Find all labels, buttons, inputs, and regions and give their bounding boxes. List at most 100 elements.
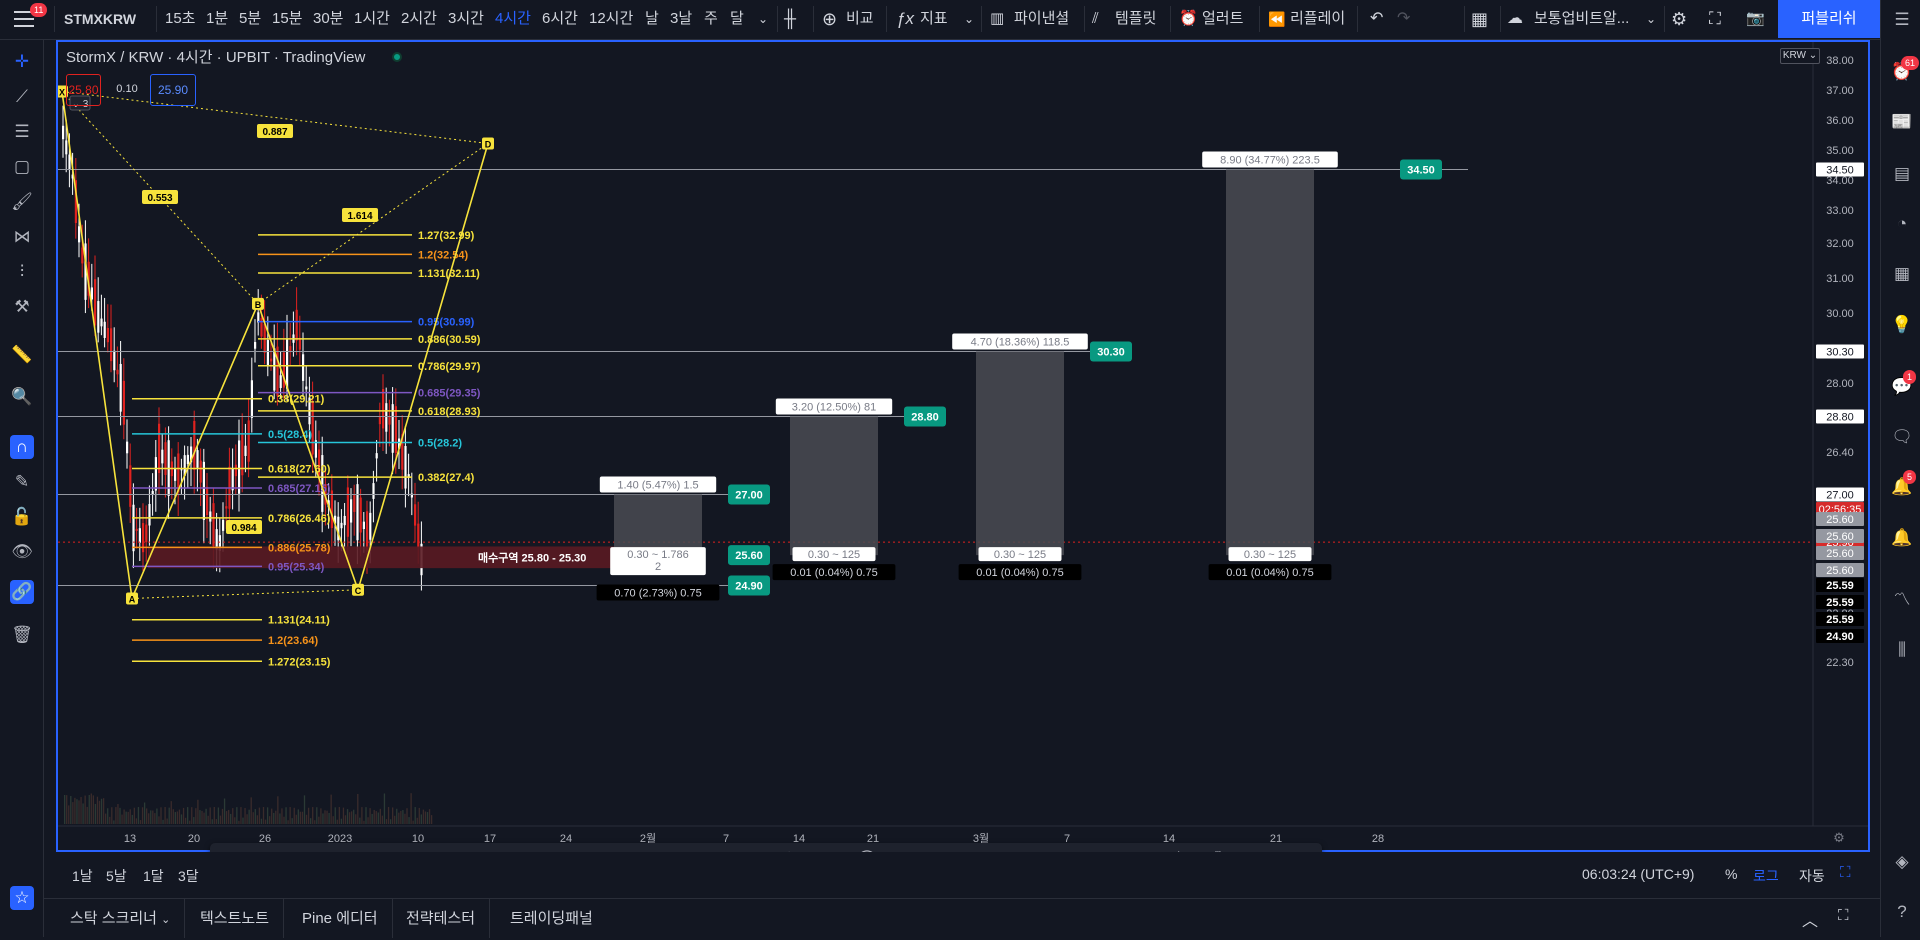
interval-2h[interactable]: 2시간	[401, 0, 437, 38]
lock-icon[interactable]: 🔓	[10, 505, 34, 529]
interval-30m[interactable]: 30분	[313, 0, 344, 38]
interval-3day[interactable]: 3날	[670, 0, 692, 38]
replay-button[interactable]: 리플레이	[1290, 0, 1345, 38]
ruler-icon[interactable]: 📏	[10, 343, 34, 367]
pencil-lock-icon[interactable]: ✎	[10, 470, 34, 494]
candle-style-icon[interactable]: ╫	[784, 0, 796, 38]
magnet-icon[interactable]: ∩	[10, 435, 34, 459]
brush-icon[interactable]: 🖌	[10, 190, 34, 214]
alarm-icon[interactable]: 🔔	[1890, 526, 1914, 550]
range-3month[interactable]: 3달	[178, 866, 199, 886]
fib-level-label: 0.886(25.78)	[268, 542, 331, 554]
bid-price[interactable]: 25.80	[66, 74, 101, 106]
hotlist-icon[interactable]: ◔	[1890, 212, 1914, 236]
fit-screen-icon[interactable]: ⛶	[1840, 864, 1851, 881]
calendar-icon[interactable]: ▦	[1890, 262, 1914, 286]
templates-icon[interactable]: ⫽	[1092, 0, 1099, 38]
volume-bar	[125, 811, 127, 824]
price-axis-badge-label: 30.30	[1826, 346, 1854, 358]
publish-button[interactable]: 퍼블리쉬	[1778, 0, 1880, 38]
volume-bar	[166, 818, 168, 824]
hammer-icon[interactable]: ⚒	[10, 295, 34, 319]
indicators-dropdown-icon[interactable]: ⌄	[964, 0, 974, 38]
volume-bar	[271, 808, 273, 824]
candle-body	[404, 445, 407, 489]
interval-month[interactable]: 달	[730, 0, 744, 38]
layers-icon[interactable]: ◈	[1890, 850, 1914, 874]
interval-15s[interactable]: 15초	[165, 0, 196, 38]
interval-3h[interactable]: 3시간	[448, 0, 484, 38]
indicators-icon[interactable]: ƒx	[896, 0, 914, 38]
indicators-button[interactable]: 지표	[920, 0, 948, 38]
buy-zone-box	[148, 546, 668, 569]
replay-icon[interactable]: ⏪	[1268, 0, 1285, 38]
interval-1m[interactable]: 1분	[206, 0, 228, 38]
range-1month[interactable]: 1달	[143, 866, 164, 886]
redo-icon[interactable]: ↷	[1397, 0, 1410, 38]
candle-body	[394, 406, 397, 453]
pattern-icon[interactable]: ⋈	[10, 225, 34, 249]
interval-6h[interactable]: 6시간	[542, 0, 578, 38]
interval-5m[interactable]: 5분	[239, 0, 261, 38]
prediction-icon[interactable]: ⫶	[10, 260, 34, 284]
rectangle-icon[interactable]: ▢	[10, 155, 34, 179]
tab-text-notes[interactable]: 텍스트노트	[186, 899, 285, 938]
data-window-icon[interactable]: ▤	[1890, 162, 1914, 186]
layout-name-button[interactable]: 보통업비트알...	[1534, 0, 1629, 38]
eye-icon[interactable]: 👁	[10, 540, 34, 564]
layout-grid-icon[interactable]: ▦	[1471, 0, 1488, 38]
financials-icon[interactable]: ▥	[990, 0, 1004, 38]
chart-canvas[interactable]: 38.00 37.00 36.00 35.00 34.00 33.00 32.00 31.00…	[58, 42, 1868, 850]
watchlist-icon[interactable]: ☰	[1890, 8, 1914, 32]
auto-toggle[interactable]: 자동	[1799, 866, 1825, 886]
ideas-bulb-icon[interactable]: 💡	[1890, 313, 1914, 337]
trend-line-icon[interactable]: ⟋	[10, 85, 34, 109]
price-axis-badge-label: 25.60	[1826, 548, 1854, 560]
messages-icon[interactable]: 🗨	[1890, 425, 1914, 449]
cloud-icon[interactable]: ☁	[1507, 0, 1523, 38]
settings-gear-icon[interactable]: ⚙	[1671, 0, 1687, 38]
interval-4h[interactable]: 4시간	[495, 0, 531, 38]
chart-pane[interactable]: 38.00 37.00 36.00 35.00 34.00 33.00 32.00 31.00…	[56, 40, 1870, 852]
alert-icon[interactable]: ⏰	[1179, 0, 1198, 38]
interval-1h[interactable]: 1시간	[354, 0, 390, 38]
trash-icon[interactable]: 🗑	[10, 623, 34, 647]
compare-icon[interactable]: ⊕	[822, 0, 837, 38]
symbol-search[interactable]: STMXKRW	[64, 0, 136, 38]
undo-icon[interactable]: ↶	[1370, 0, 1383, 38]
interval-week[interactable]: 주	[704, 0, 718, 38]
range-5day[interactable]: 5날	[106, 866, 127, 886]
horizontal-lines-icon[interactable]: ☰	[10, 120, 34, 144]
tab-stock-screener[interactable]: 스탁 스크리너 ⌄	[56, 899, 186, 938]
news-icon[interactable]: 📰	[1890, 110, 1914, 134]
alert-button[interactable]: 얼러트	[1202, 0, 1243, 38]
layout-dropdown-icon[interactable]: ⌄	[1646, 0, 1656, 38]
dom-icon[interactable]: ⫼	[1890, 638, 1914, 662]
currency-selector[interactable]: KRW ⌄	[1780, 48, 1820, 64]
compare-button[interactable]: 비교	[846, 0, 874, 38]
favorite-star-icon[interactable]: ☆	[10, 886, 34, 910]
fullscreen-icon[interactable]: ⛶	[1709, 0, 1721, 38]
help-icon[interactable]: ?	[1890, 900, 1914, 924]
ask-price[interactable]: 25.90	[150, 74, 196, 106]
chart-trend-icon[interactable]: 〽	[1890, 588, 1914, 612]
percent-toggle[interactable]: %	[1725, 866, 1737, 882]
interval-dropdown-icon[interactable]: ⌄	[758, 0, 768, 38]
zoom-icon[interactable]: 🔍	[10, 385, 34, 409]
interval-15m[interactable]: 15분	[272, 0, 303, 38]
tab-strategy-tester[interactable]: 전략테스터	[392, 899, 491, 938]
collapse-panel-icon[interactable]: ︿	[1802, 907, 1818, 931]
templates-button[interactable]: 템플릿	[1115, 0, 1156, 38]
financials-button[interactable]: 파이낸셜	[1014, 0, 1069, 38]
tab-trading-panel[interactable]: 트레이딩패널	[496, 899, 607, 938]
interval-day[interactable]: 날	[645, 0, 659, 38]
range-1day[interactable]: 1날	[72, 866, 93, 886]
clock-display[interactable]: 06:03:24 (UTC+9)	[1582, 866, 1694, 882]
interval-12h[interactable]: 12시간	[589, 0, 633, 38]
log-toggle[interactable]: 로그	[1753, 866, 1779, 886]
crosshair-icon[interactable]: ✛	[10, 50, 34, 74]
tab-pine-editor[interactable]: Pine 에디터	[288, 899, 393, 938]
screenshot-camera-icon[interactable]: 📷	[1746, 0, 1765, 38]
link-icon[interactable]: 🔗	[10, 580, 34, 604]
maximize-panel-icon[interactable]: ⛶	[1838, 907, 1849, 924]
